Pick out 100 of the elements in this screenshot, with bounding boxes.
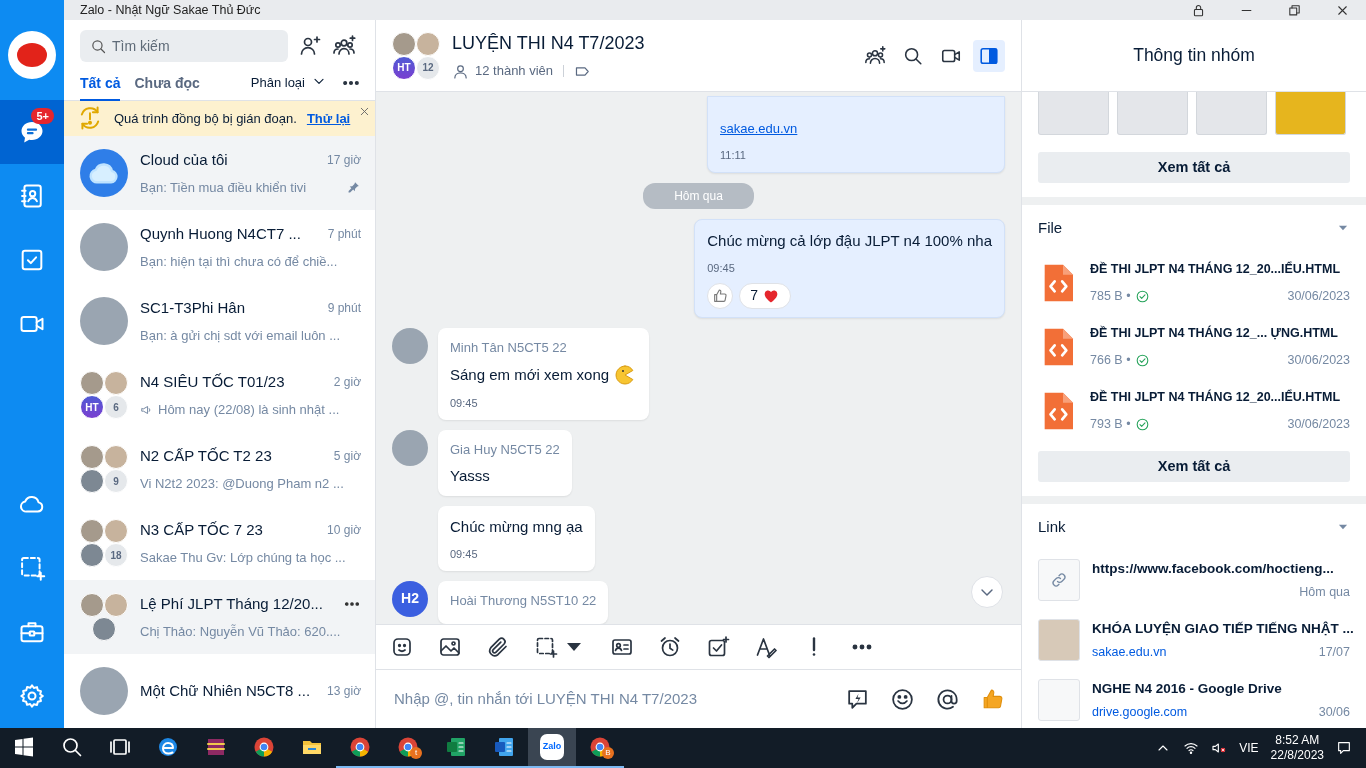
link-item[interactable]: https://www.facebook.com/hoctieng... Hôm qua	[1038, 550, 1350, 610]
filter-tab[interactable]: Chưa đọc	[134, 72, 200, 101]
message-preview: Bạn: Tiền mua điều khiển tivi	[140, 179, 307, 197]
conversation-time: 17 giờ	[327, 151, 361, 169]
window-title: Zalo - Nhật Ngữ Sakae Thủ Đức	[80, 1, 261, 19]
paperclip-icon[interactable]	[486, 635, 510, 659]
media-thumbnail[interactable]	[1196, 92, 1267, 135]
link-domain: sakae.edu.vn	[1092, 643, 1167, 661]
conversation-name: N2 CẤP TỐC T2 23	[140, 445, 272, 466]
alarm-clock-icon[interactable]	[658, 635, 682, 659]
chat-title: LUYỆN THI N4 T7/2023	[452, 32, 645, 56]
profile-badge: B	[602, 747, 614, 759]
sender-name: Gia Huy N5CT5 22	[450, 440, 560, 459]
avatar-photo-placeholder	[104, 371, 128, 395]
reaction-summary[interactable]: 7	[739, 282, 791, 309]
link-item[interactable]: NGHE N4 2016 - Google Drive drive.google.com 30/06	[1038, 670, 1350, 728]
message-input[interactable]: Nhập @, tin nhắn tới LUYỆN THI N4 T7/2023	[392, 686, 825, 712]
file-size: 766 B •	[1090, 352, 1131, 369]
at-sign-icon[interactable]	[935, 686, 960, 712]
category-dropdown[interactable]: Phân loại	[250, 72, 327, 93]
avatar-photo-placeholder	[416, 31, 440, 56]
person-icon	[452, 62, 469, 80]
message-text: Sáng em mới xem xong	[450, 364, 610, 385]
clock-time: 8:52 AM	[1275, 733, 1320, 748]
conversation-item[interactable]: Cloud của tôi 17 giờ Bạn: Tiền mua điều khiển tivi	[64, 136, 375, 210]
message-time: 09:45	[450, 397, 478, 409]
conversation-item[interactable]: Lệ Phí JLPT Tháng 12/20... Chị Thảo: Nguyễn Vũ Thảo: 620....	[64, 580, 375, 654]
sender-name: Minh Tân N5CT5 22	[450, 338, 568, 357]
taskbar-app[interactable]: Zalo	[528, 728, 576, 768]
search-icon	[60, 735, 84, 759]
browser-icon	[348, 735, 372, 759]
panel-toggle-button[interactable]	[973, 39, 1005, 72]
add-task-icon[interactable]	[706, 635, 730, 659]
unread-badge: 5+	[31, 108, 54, 124]
message-link[interactable]: sakae.edu.vn	[720, 120, 798, 136]
media-thumbnail[interactable]	[1117, 92, 1188, 135]
conversation-time: 2 giờ	[333, 373, 361, 391]
conversation-item[interactable]: Một Chữ Nhiên N5CT8 ... 13 giờ	[64, 654, 375, 728]
media-thumbnail[interactable]	[1275, 92, 1346, 135]
message-text: Chúc mừng mng ạa	[450, 516, 583, 537]
member-count-text[interactable]: 12 thành viên	[475, 61, 554, 81]
avatar-photo-placeholder	[392, 429, 428, 466]
view-all-button[interactable]: Xem tất cả	[1038, 451, 1350, 482]
notification-icon[interactable]	[1336, 740, 1352, 756]
profile-avatar[interactable]	[8, 31, 56, 79]
restore-icon[interactable]	[1286, 2, 1302, 18]
media-thumbnail[interactable]	[1038, 92, 1109, 135]
conversation-item[interactable]: SC1-T3Phi Hân 9 phút Bạn: à gửi chị sdt với email luôn ...	[64, 284, 375, 358]
wifi-icon[interactable]	[1183, 740, 1200, 756]
thumbs-up-icon	[712, 287, 729, 304]
conversation-name: Một Chữ Nhiên N5CT8 ...	[140, 680, 311, 701]
input-language[interactable]: VIE	[1239, 739, 1259, 757]
conversation-item[interactable]: Quynh Huong N4CT7 ... 7 phút Bạn: hiện tại thì chưa có để chiề...	[64, 210, 375, 284]
avatar-photo-placeholder	[80, 519, 104, 543]
conversation-item[interactable]: 9 N2 CẤP TỐC T2 23 5 giờ Vi N2t2 2023: @Duong Pham n2 ...	[64, 432, 375, 506]
message-preview: Bạn: à gửi chị sdt với email luôn ...	[140, 327, 341, 345]
sender-name: Hoài Thương N5ST10 22	[450, 591, 597, 610]
image-icon[interactable]	[438, 635, 462, 659]
avatar-photo-placeholder	[80, 223, 128, 271]
text-format-icon[interactable]	[754, 635, 778, 659]
message-time: 09:45	[450, 548, 478, 560]
spreadsheet-icon	[444, 735, 468, 759]
file-item[interactable]: ĐỀ THI JLPT N4 THÁNG 12_20...IỂU.HTML 785 B • 30/06/2023	[1038, 251, 1350, 315]
conversation-item[interactable]: HT 6 N4 SIÊU TỐC T01/23 2 giờ Hôm nay (22/08) là sinh nhật ...	[64, 358, 375, 432]
link-thumbnail	[1038, 679, 1080, 721]
view-all-button[interactable]: Xem tất cả	[1038, 152, 1350, 183]
clock[interactable]: 8:52 AM 22/8/2023	[1270, 733, 1324, 763]
conversation-name: Cloud của tôi	[140, 149, 228, 170]
sticker-icon[interactable]	[390, 635, 414, 659]
avatar-photo-placeholder	[392, 327, 428, 364]
conversation-name: Quynh Huong N4CT7 ...	[140, 223, 301, 244]
file-item[interactable]: ĐỀ THI JLPT N4 THÁNG 12_... ỰNG.HTML 766 B • 30/06/2023	[1038, 315, 1350, 379]
avatar-initials: HT	[80, 395, 104, 419]
message-text: Yasss	[450, 466, 490, 486]
retry-link[interactable]: Thử lại	[306, 108, 351, 129]
link-thumbnail	[1038, 619, 1080, 661]
add-group-icon[interactable]	[864, 44, 886, 67]
section-title: Link	[1038, 516, 1066, 537]
conversation-name: SC1-T3Phi Hân	[140, 297, 246, 318]
link-title: NGHE N4 2016 - Google Drive	[1092, 679, 1283, 698]
settings-icon[interactable]	[18, 682, 46, 710]
avatar-initials: HT	[392, 55, 416, 80]
file-name: ĐỀ THI JLPT N4 THÁNG 12_20...IỂU.HTML	[1090, 260, 1342, 279]
link-date: 30/06	[1318, 703, 1350, 721]
banner-text: Quá trình đồng bộ bị gián đoạn.	[114, 109, 297, 128]
speaker-muted-icon[interactable]	[1211, 740, 1228, 756]
message-preview: Vi N2t2 2023: @Duong Pham n2 ...	[140, 475, 344, 493]
like-reaction-button[interactable]	[707, 282, 734, 309]
message-preview: Hôm nay (22/08) là sinh nhật ...	[158, 401, 340, 419]
search-icon	[90, 38, 107, 56]
conversation-item[interactable]: 18 N3 CẤP TỐC 7 23 10 giờ Sakae Thu Gv: Lớp chúng ta học ...	[64, 506, 375, 580]
search-field[interactable]: Tìm kiếm	[80, 30, 288, 63]
avatar-photo-placeholder	[104, 593, 128, 617]
file-date: 30/06/2023	[1287, 416, 1350, 433]
avatar-photo-placeholder	[92, 617, 116, 641]
smiley-icon[interactable]	[890, 686, 915, 712]
screenshot-icon[interactable]	[534, 635, 558, 659]
file-item[interactable]: ĐỀ THI JLPT N4 THÁNG 12_20...IỂU.HTML 793 B • 30/06/2023	[1038, 379, 1350, 443]
file-size: 793 B •	[1090, 416, 1131, 433]
nav-item-active[interactable]: 5+	[0, 100, 64, 164]
